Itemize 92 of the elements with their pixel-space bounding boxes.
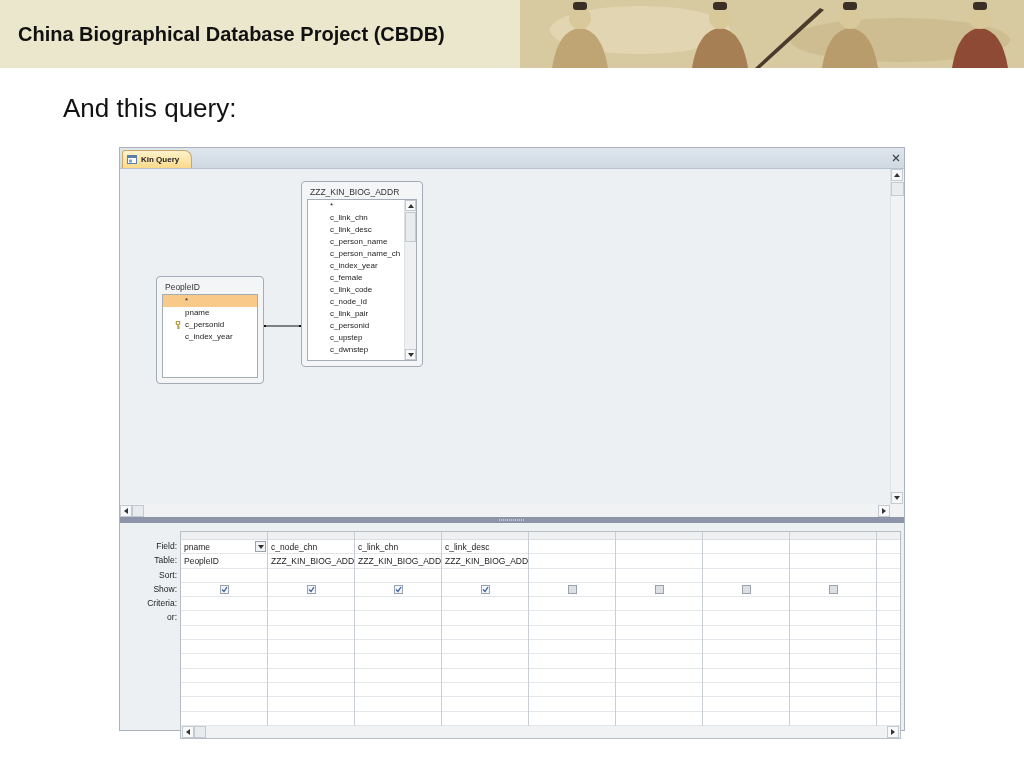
grid-cell[interactable] (181, 582, 267, 598)
field-item[interactable]: c_personid (163, 319, 257, 331)
scroll-thumb[interactable] (891, 182, 904, 196)
field-cell[interactable]: c_link_chn (355, 540, 441, 555)
field-item[interactable]: c_index_year (308, 260, 404, 272)
show-checkbox[interactable] (219, 585, 229, 595)
field-item[interactable]: c_upstep (308, 332, 404, 344)
row-label: or: (166, 611, 178, 625)
scroll-thumb[interactable] (405, 212, 416, 242)
scroll-down-icon (894, 495, 900, 501)
field-item[interactable]: c_personid (308, 320, 404, 332)
dropdown-button[interactable] (255, 541, 266, 553)
field-item[interactable]: pname (163, 307, 257, 319)
row-label: Field: (155, 540, 178, 553)
close-icon[interactable] (892, 154, 900, 162)
field-item[interactable]: c_dwnstep (308, 344, 404, 356)
scroll-down-button[interactable] (891, 492, 903, 504)
field-item[interactable]: c_person_name (308, 236, 404, 248)
check-icon (481, 586, 489, 594)
query-icon (127, 155, 137, 164)
scroll-right-button[interactable] (878, 504, 890, 517)
scroll-left-icon (123, 507, 129, 514)
field-item[interactable]: c_link_pair (308, 308, 404, 320)
table-cell[interactable]: ZZZ_KIN_BIOG_ADD (355, 554, 441, 569)
field-item[interactable]: c_link_code (308, 284, 404, 296)
scroll-right-icon (881, 507, 887, 514)
field-item[interactable]: c_index_year (163, 331, 257, 343)
show-checkbox[interactable] (306, 585, 316, 595)
show-checkbox[interactable] (828, 585, 838, 595)
show-checkbox[interactable] (741, 585, 751, 595)
slide-subtitle: And this query: (63, 93, 238, 123)
field-cell[interactable]: pname (181, 540, 267, 555)
field-item[interactable]: c_person_name_ch (308, 248, 404, 260)
field-cell[interactable]: c_link_desc (442, 540, 528, 555)
grid-cell[interactable] (442, 582, 528, 598)
field-cell[interactable]: c_node_chn (268, 540, 354, 555)
table-cell[interactable]: ZZZ_KIN_BIOG_ADD (268, 554, 354, 569)
row-label: Sort: (158, 568, 178, 582)
caret-icon (257, 543, 264, 550)
field-item[interactable]: c_female (308, 272, 404, 284)
field-item[interactable]: * (308, 200, 404, 212)
field-name: c_link_desc (445, 541, 490, 552)
row-label: Table: (153, 554, 178, 568)
list-scrollbar[interactable] (404, 200, 416, 360)
check-icon (307, 586, 315, 594)
field-item[interactable]: * (163, 295, 257, 307)
scroll-thumb[interactable] (132, 504, 144, 517)
field-name: c_link_chn (358, 541, 399, 552)
table-cell[interactable]: PeopleID (181, 554, 267, 569)
scroll-up-icon (894, 172, 900, 178)
column-selector[interactable] (355, 532, 441, 540)
slide-title: China Biographical Database Project (CBDB) (17, 21, 446, 47)
row-label: Show: (152, 582, 178, 596)
show-checkbox[interactable] (567, 585, 577, 595)
field-item[interactable]: c_link_chn (308, 212, 404, 224)
show-checkbox[interactable] (654, 585, 664, 595)
scroll-up-icon (407, 202, 414, 209)
field-name: c_node_chn (271, 541, 318, 552)
scroll-left-icon (185, 728, 191, 735)
row-label: Criteria: (146, 597, 178, 611)
field-item[interactable]: c_node_id (308, 296, 404, 308)
scroll-up-button[interactable] (405, 200, 416, 211)
show-checkbox[interactable] (480, 585, 490, 595)
table-name: PeopleID (164, 281, 201, 294)
grid-cell[interactable] (790, 582, 876, 598)
grid-cell[interactable] (703, 582, 789, 598)
grid-cell[interactable] (268, 582, 354, 598)
column-selector[interactable] (703, 532, 789, 540)
scroll-down-icon (407, 351, 414, 358)
column-selector[interactable] (529, 532, 615, 540)
scroll-right-icon (890, 728, 896, 735)
column-selector[interactable] (442, 532, 528, 540)
check-icon (220, 586, 228, 594)
grid-cell[interactable] (355, 582, 441, 598)
grid-cell[interactable] (616, 582, 702, 598)
grid-cell[interactable] (529, 582, 615, 598)
scroll-down-button[interactable] (405, 349, 416, 360)
scroll-left-button[interactable] (120, 504, 132, 517)
join-line (264, 324, 301, 328)
field-name: pname (184, 541, 210, 552)
column-selector[interactable] (790, 532, 876, 540)
check-icon (394, 586, 402, 594)
query-tab[interactable]: Kin Query (122, 150, 193, 168)
field-item[interactable]: c_link_desc (308, 224, 404, 236)
table-cell[interactable]: ZZZ_KIN_BIOG_ADD (442, 554, 528, 569)
column-selector[interactable] (616, 532, 702, 540)
show-checkbox[interactable] (393, 585, 403, 595)
vertical-scrollbar[interactable] (890, 169, 904, 504)
table-box[interactable]: PeopleID * pname c_personid c_index_year (156, 276, 264, 384)
table-box[interactable]: ZZZ_KIN_BIOG_ADDR * c_link_chn c_link_desc c_person_name c_person_name_ch c_index_year c_female c_link_code c_node_id c_link_pair c_personid c_upstep c_dwnstep (301, 181, 423, 367)
table-name: ZZZ_KIN_BIOG_ADDR (309, 186, 401, 199)
scroll-up-button[interactable] (891, 169, 903, 181)
